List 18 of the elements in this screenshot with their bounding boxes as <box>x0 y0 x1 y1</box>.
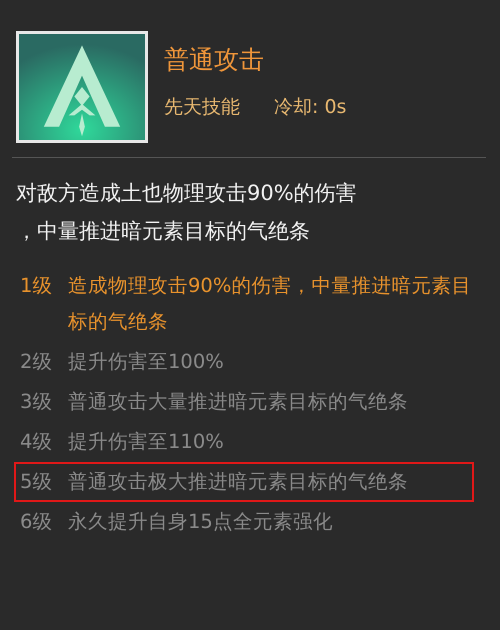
level-number: 2级 <box>20 349 54 375</box>
level-effect: 普通攻击极大推进暗元素目标的气绝条 <box>68 469 408 495</box>
level-effect: 提升伤害至110% <box>68 429 224 455</box>
skill-type: 先天技能 <box>164 95 240 120</box>
description-line: ，中量推进暗元素目标的气绝条 <box>16 218 311 245</box>
skill-name: 普通攻击 <box>164 45 265 75</box>
cooldown: 冷却: 0s <box>274 95 346 120</box>
level-effect: 永久提升自身15点全元素强化 <box>68 509 333 535</box>
level-number: 4级 <box>20 429 54 455</box>
level-effect: 提升伤害至100% <box>68 349 224 375</box>
level-number: 3级 <box>20 389 54 415</box>
level-effect: 普通攻击大量推进暗元素目标的气绝条 <box>68 389 408 415</box>
skill-icon <box>16 31 148 143</box>
description-line: 对敌方造成土也物理攻击90%的伤害 <box>16 180 358 207</box>
level-number: 6级 <box>20 509 54 535</box>
level-number: 5级 <box>20 469 54 495</box>
level-effect: 造成物理攻击90%的伤害，中量推进暗元素目标的气绝条 <box>68 273 472 335</box>
level-number: 1级 <box>20 273 54 299</box>
